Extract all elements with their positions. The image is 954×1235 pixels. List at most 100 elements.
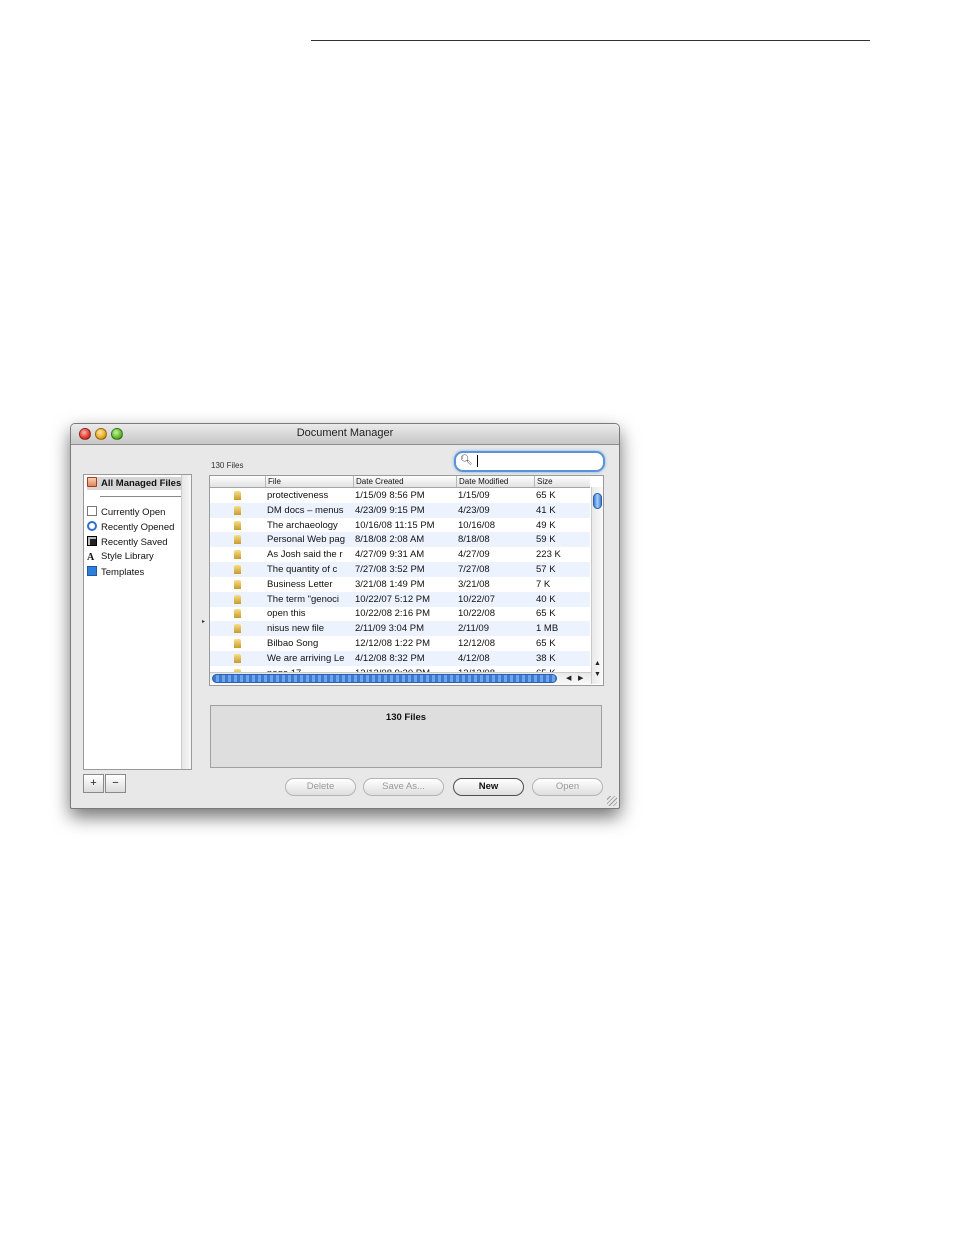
table-row[interactable]: Bilbao Song 12/12/08 1:22 PM 12/12/08 65 K (210, 636, 590, 651)
table-row[interactable]: protectiveness 1/15/09 8:56 PM 1/15/09 65 K (210, 488, 590, 503)
size-cell: 49 K (536, 519, 556, 531)
date-created-cell: 10/16/08 11:15 PM (355, 519, 435, 531)
date-modified-cell: 10/22/08 (458, 608, 495, 620)
size-cell: 1 MB (536, 623, 559, 635)
window-title: Document Manager (296, 427, 394, 439)
files-count-label: 130 Files (211, 461, 244, 470)
delete-button[interactable]: Delete (285, 778, 356, 796)
size-cell: 65 K (536, 638, 556, 649)
date-modified-cell: 12/12/08 (458, 638, 495, 649)
sidebar-item-templates[interactable]: Templates (87, 566, 144, 579)
title-bar[interactable]: Document Manager (71, 424, 619, 445)
table-row[interactable]: DM docs – menus 4/23/09 9:15 PM 4/23/09 41 … (210, 502, 590, 518)
size-cell: 57 K (536, 564, 556, 575)
file-icon (234, 579, 241, 589)
page-rule (311, 40, 870, 41)
size-cell: 40 K (536, 593, 556, 605)
splitter-handle-icon[interactable]: ▸ (202, 618, 205, 625)
date-modified-cell: 4/23/09 (458, 504, 490, 516)
sidebar-item-label: Style Library (101, 551, 154, 562)
table-row[interactable]: The quantity of c 7/27/08 3:52 PM 7/27/08 5… (210, 562, 590, 577)
horizontal-scroll-thumb[interactable] (212, 674, 557, 683)
table-row[interactable]: nisus new file 2/11/09 3:04 PM 2/11/09 1 MB (210, 621, 590, 637)
file-name-cell: The archaeology (267, 519, 338, 531)
table-row[interactable]: The archaeology 10/16/08 11:15 PM 10/16/08… (210, 518, 590, 533)
date-created-cell: 4/12/08 8:32 PM (355, 652, 425, 664)
info-panel-title: 130 Files (385, 712, 427, 723)
date-modified-cell: 10/22/07 (458, 593, 495, 605)
table-header: File Date Created Date Modified Size (210, 476, 590, 488)
table-row[interactable]: Business Letter 3/21/08 1:49 PM 3/21/08 7 K (210, 577, 590, 592)
date-modified-cell: 3/21/08 (458, 578, 490, 590)
file-name-cell: As Josh said the r (267, 549, 343, 561)
size-cell: 38 K (536, 652, 556, 664)
sidebar-separator (100, 496, 184, 497)
sidebar-item-recently-opened[interactable]: Recently Opened (87, 521, 174, 534)
file-name-cell: nisus new file (267, 623, 325, 635)
date-modified-cell: 7/27/08 (458, 564, 490, 575)
sidebar-item-style-library[interactable]: A Style Library (87, 551, 154, 564)
sidebar-item-label: All Managed Files (101, 478, 182, 489)
scroll-up-arrow-icon[interactable]: ▲ (594, 660, 601, 667)
resize-grip-icon[interactable] (607, 796, 617, 806)
clock-icon (87, 521, 97, 531)
sidebar-scrollbar[interactable] (181, 475, 191, 769)
file-icon (234, 520, 241, 530)
sidebar: All Managed Files Currently Open Recentl… (83, 474, 192, 770)
remove-folder-button[interactable]: − (105, 774, 126, 793)
size-cell: 65 K (536, 608, 556, 620)
date-modified-cell: 8/18/08 (458, 534, 490, 546)
column-header-size[interactable]: Size (534, 476, 590, 487)
date-created-cell: 3/21/08 1:49 PM (355, 578, 425, 590)
horizontal-scrollbar[interactable]: ◀ ▶ (210, 672, 591, 685)
sidebar-item-label: Templates (101, 567, 145, 578)
date-created-cell: 2/11/09 3:04 PM (355, 623, 425, 635)
sidebar-item-recently-saved[interactable]: Recently Saved (87, 536, 168, 549)
new-button[interactable]: New (453, 778, 524, 796)
file-name-cell: The term "genoci (267, 593, 340, 605)
file-icon (234, 594, 241, 604)
sidebar-item-currently-open[interactable]: Currently Open (87, 506, 165, 519)
size-cell: 7 K (536, 578, 551, 590)
info-panel: 130 Files (210, 705, 602, 768)
scroll-left-arrow-icon[interactable]: ◀ (566, 674, 571, 682)
floppy-disk-icon (87, 536, 97, 546)
column-header-file[interactable]: File (265, 476, 353, 487)
file-name-cell: open this (267, 608, 306, 620)
document-manager-window: Document Manager 130 Files 🔍︎ All Manage… (70, 423, 620, 809)
size-cell: 65 K (536, 490, 556, 501)
table-row[interactable]: We are arriving Le 4/12/08 8:32 PM 4/12/08… (210, 650, 590, 666)
save-as-button[interactable]: Save As... (363, 778, 444, 796)
size-cell: 41 K (536, 504, 556, 516)
search-icon[interactable]: 🔍︎ (460, 455, 473, 466)
file-icon (234, 565, 241, 574)
vertical-scroll-thumb[interactable] (593, 493, 602, 509)
date-created-cell: 10/22/07 5:12 PM (355, 593, 430, 605)
sidebar-item-all-managed-files[interactable]: All Managed Files (87, 477, 181, 490)
open-button[interactable]: Open (532, 778, 603, 796)
sidebar-item-label: Recently Saved (101, 537, 168, 548)
date-created-cell: 1/15/09 8:56 PM (355, 490, 425, 501)
file-icon (234, 653, 241, 663)
file-icon (234, 550, 241, 560)
style-a-icon: A (87, 552, 95, 563)
column-header-date-created[interactable]: Date Created (353, 476, 456, 487)
date-modified-cell: 2/11/09 (458, 623, 489, 635)
scroll-down-arrow-icon[interactable]: ▼ (594, 671, 601, 678)
column-header-date-modified[interactable]: Date Modified (456, 476, 534, 487)
template-icon (87, 566, 97, 576)
add-folder-button[interactable]: + (83, 774, 104, 793)
table-row[interactable]: As Josh said the r 4/27/09 9:31 AM 4/27/09… (210, 547, 590, 562)
table-row[interactable]: open this 10/22/08 2:16 PM 10/22/08 65 K (210, 606, 590, 621)
table-row[interactable]: The term "genoci 10/22/07 5:12 PM 10/22/07… (210, 591, 590, 607)
file-name-cell: DM docs – menus (267, 504, 344, 516)
file-table: File Date Created Date Modified Size pro… (209, 475, 604, 686)
vertical-scrollbar[interactable]: ▲ ▼ (591, 487, 603, 684)
file-icon (234, 624, 241, 634)
table-row[interactable]: Personal Web pag 8/18/08 2:08 AM 8/18/08 59… (210, 532, 590, 548)
file-name-cell: Personal Web pag (267, 534, 345, 546)
file-name-cell: Business Letter (267, 578, 333, 590)
scroll-right-arrow-icon[interactable]: ▶ (578, 674, 583, 682)
drawer-icon (87, 477, 97, 487)
search-field[interactable]: 🔍︎ (454, 451, 605, 472)
